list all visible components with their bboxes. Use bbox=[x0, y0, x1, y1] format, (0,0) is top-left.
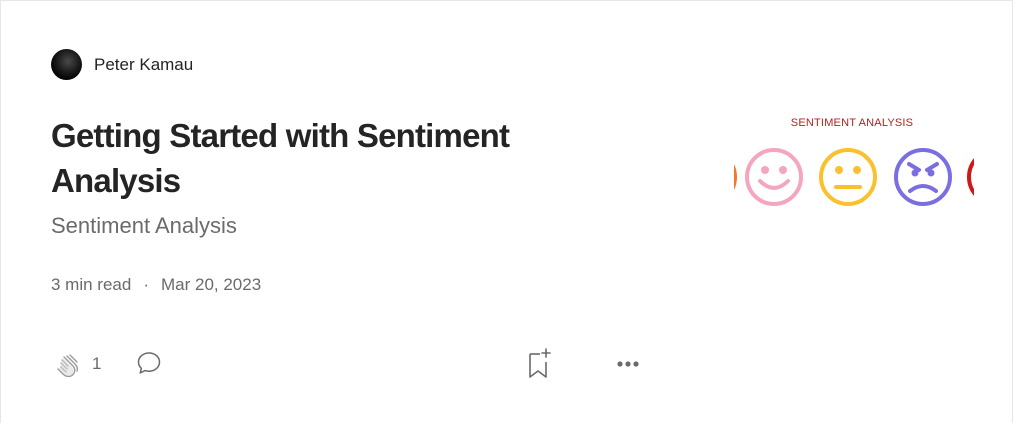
read-time: 3 min read bbox=[51, 275, 132, 294]
author-avatar[interactable] bbox=[51, 49, 82, 80]
post-subtitle[interactable]: Sentiment Analysis bbox=[51, 213, 237, 239]
thumbnail-caption: SENTIMENT ANALYSIS bbox=[790, 117, 914, 129]
comment-icon bbox=[137, 352, 161, 374]
angry-face-icon bbox=[894, 148, 952, 206]
post-title[interactable]: Getting Started with Sentiment Analysis bbox=[51, 113, 611, 203]
clap-count: 1 bbox=[92, 354, 102, 373]
clap-button[interactable] bbox=[53, 348, 85, 380]
partial-face-right bbox=[967, 158, 974, 196]
save-button[interactable] bbox=[525, 346, 557, 380]
meta-separator: · bbox=[143, 275, 149, 294]
more-icon bbox=[617, 361, 639, 367]
happy-face-icon bbox=[745, 148, 803, 206]
neutral-face-icon bbox=[819, 148, 877, 206]
post-card[interactable]: Peter Kamau Getting Started with Sentime… bbox=[0, 0, 1013, 423]
more-button[interactable] bbox=[613, 351, 645, 377]
bookmark-add-icon bbox=[529, 348, 551, 378]
post-thumbnail[interactable]: SENTIMENT ANALYSIS bbox=[734, 109, 974, 219]
author-name[interactable]: Peter Kamau bbox=[94, 55, 193, 75]
comment-button[interactable] bbox=[135, 349, 163, 377]
post-meta: 3 min read · Mar 20, 2023 bbox=[51, 275, 261, 295]
action-bar: 1 bbox=[1, 346, 661, 382]
publish-date: Mar 20, 2023 bbox=[161, 275, 262, 294]
partial-face-left bbox=[734, 164, 737, 190]
sentiment-faces-image bbox=[734, 148, 974, 206]
author-row[interactable]: Peter Kamau bbox=[51, 49, 193, 80]
clap-icon bbox=[57, 354, 79, 378]
